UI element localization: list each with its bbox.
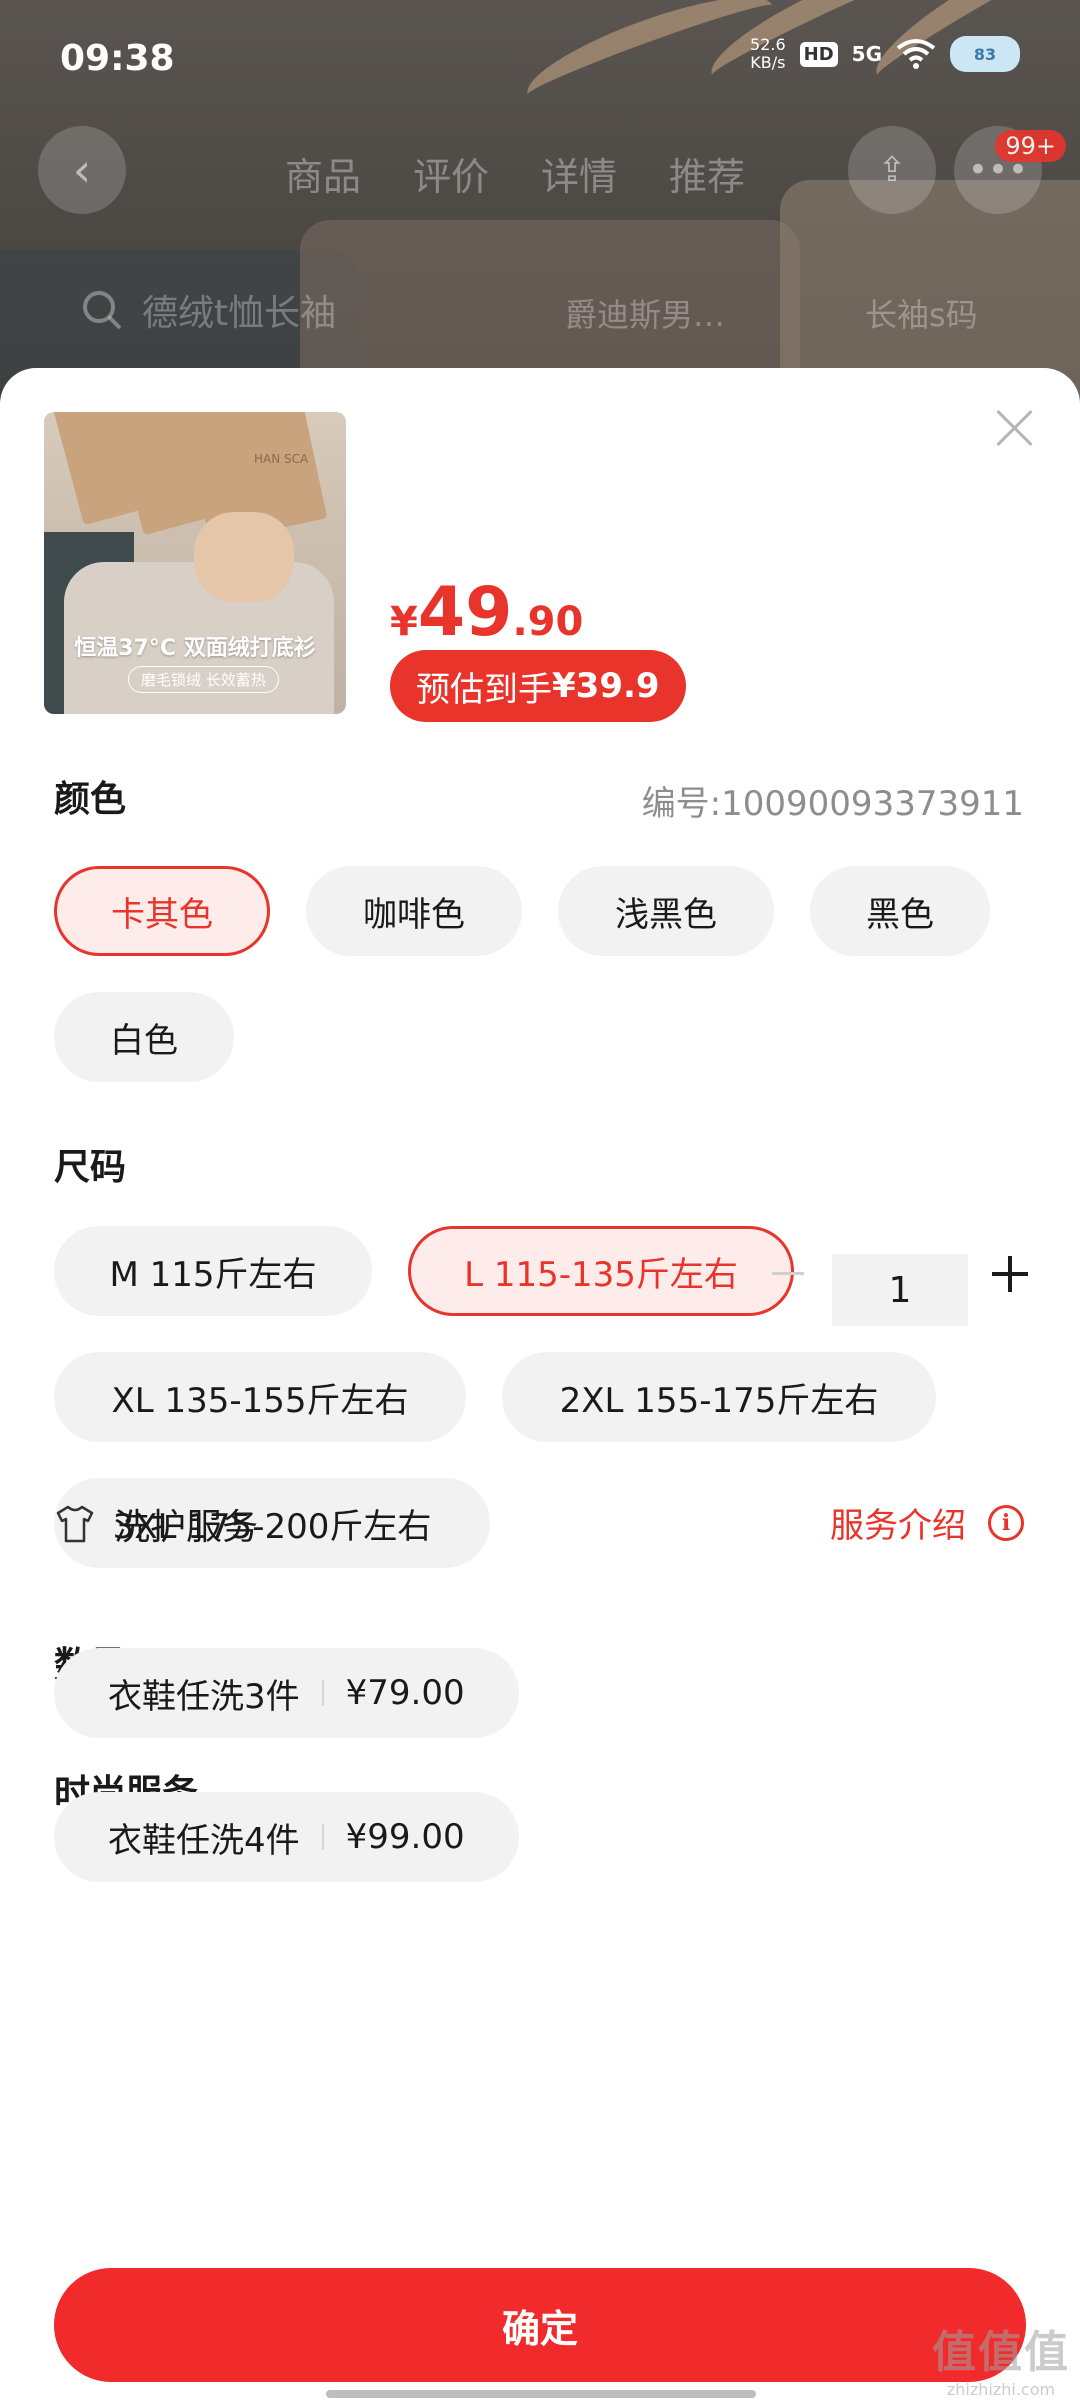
- sku-number: 编号:10090093373911: [641, 784, 1024, 824]
- color-option-black[interactable]: 黑色: [810, 866, 990, 956]
- price: ¥49.90: [390, 573, 584, 652]
- info-icon: i: [988, 1504, 1024, 1541]
- size-option-m[interactable]: M 115斤左右: [54, 1226, 372, 1316]
- size-option-2xl[interactable]: 2XL 155-175斤左右: [502, 1352, 936, 1442]
- search-suggestion[interactable]: 长袖s码: [865, 290, 978, 336]
- home-indicator[interactable]: [326, 2390, 756, 2398]
- status-time: 09:38: [60, 38, 175, 79]
- plus-icon[interactable]: [992, 1256, 1028, 1292]
- sku-selector-sheet: HAN SCA 恒温37°C 双面绒打底衫 磨毛锁绒 长效蓄热 ¥49.90 预…: [0, 368, 1080, 2400]
- search-suggestion[interactable]: 爵迪斯男…: [565, 290, 725, 336]
- estimated-price-badge: 预估到手 ¥39.9: [390, 650, 686, 722]
- thumb-brand: HAN SCA: [254, 452, 309, 466]
- share-icon: ⇪: [877, 150, 907, 190]
- service-intro-link[interactable]: 服务介绍 i: [830, 1498, 1024, 1547]
- back-button[interactable]: ‹: [38, 126, 126, 214]
- service-option[interactable]: 衣鞋任洗3件 ¥79.00: [54, 1648, 519, 1738]
- search-row: 德绒t恤长袖 爵迪斯男… 长袖s码: [0, 270, 1080, 350]
- quantity-input[interactable]: 1: [832, 1254, 968, 1326]
- tab-product[interactable]: 商品: [285, 146, 361, 201]
- color-option-white[interactable]: 白色: [54, 992, 234, 1082]
- watermark: 值值值 zhizhizhi.com: [932, 2327, 1070, 2399]
- wifi-icon: [896, 39, 936, 69]
- tab-recommend[interactable]: 推荐: [669, 146, 745, 201]
- search-query[interactable]: 德绒t恤长袖: [80, 284, 336, 336]
- back-arrow-icon: ‹: [72, 143, 92, 197]
- thumb-subcaption: 磨毛锁绒 长效蓄热: [128, 666, 279, 693]
- color-option-light-black[interactable]: 浅黑色: [558, 866, 774, 956]
- minus-icon[interactable]: [772, 1272, 804, 1275]
- battery-icon: 83: [950, 36, 1020, 72]
- color-option-coffee[interactable]: 咖啡色: [306, 866, 522, 956]
- status-bar: 09:38 52.6 KB/s HD 5G 83: [0, 0, 1080, 120]
- color-option-khaki[interactable]: 卡其色: [54, 866, 270, 956]
- tshirt-icon: [56, 1505, 94, 1543]
- tab-reviews[interactable]: 评价: [413, 146, 489, 201]
- signal-icon: 5G: [851, 42, 882, 66]
- close-icon[interactable]: [994, 408, 1034, 448]
- thumb-caption: 恒温37°C 双面绒打底衫: [74, 636, 316, 661]
- product-thumbnail[interactable]: HAN SCA 恒温37°C 双面绒打底衫 磨毛锁绒 长效蓄热: [44, 412, 346, 714]
- service-option[interactable]: 衣鞋任洗4件 ¥99.00: [54, 1792, 519, 1882]
- messages-badge: 99+: [995, 130, 1066, 162]
- size-option-l[interactable]: L 115-135斤左右: [408, 1226, 794, 1316]
- product-tabs: 商品 评价 详情 推荐: [285, 146, 745, 201]
- color-section-title: 颜色: [54, 779, 127, 820]
- tab-details[interactable]: 详情: [541, 146, 617, 201]
- product-navbar: ‹ 商品 评价 详情 推荐 ⇪ •••: [0, 120, 1080, 230]
- share-button[interactable]: ⇪: [848, 126, 936, 214]
- confirm-button[interactable]: 确定: [54, 2268, 1026, 2382]
- size-option-xl[interactable]: XL 135-155斤左右: [54, 1352, 466, 1442]
- wash-service-row: 洗护服务: [54, 1498, 258, 1550]
- net-speed: 52.6 KB/s: [750, 35, 786, 72]
- hd-icon: HD: [799, 41, 838, 67]
- size-section-title: 尺码: [54, 1147, 127, 1188]
- search-icon: [83, 291, 122, 330]
